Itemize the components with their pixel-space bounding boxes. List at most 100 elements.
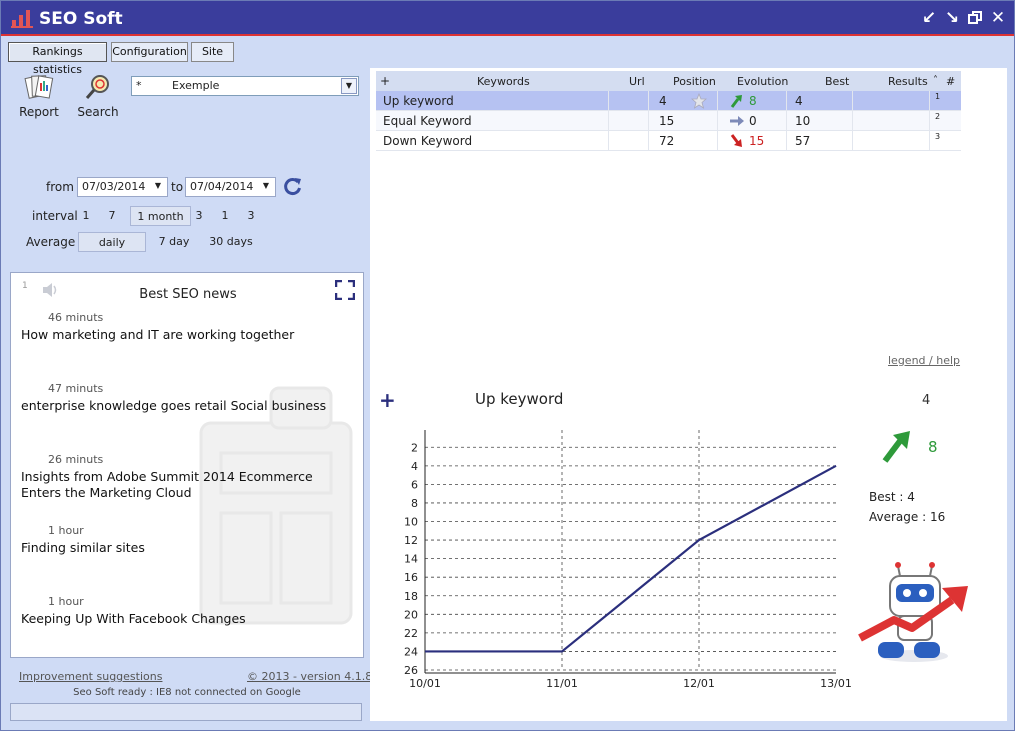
table-row[interactable]: Equal Keyword 15 0 10 2 [376,111,961,131]
row-keyword: Up keyword [383,94,454,108]
news-title: Best SEO news [139,287,237,302]
search-label: Search [77,105,119,119]
maximize-icon[interactable] [965,8,985,28]
restore-down-icon[interactable]: ↘ [942,8,962,28]
detail-best: Best : 4 [869,490,915,504]
version-link[interactable]: © 2013 - version 4.1.82 [247,670,379,683]
average-label: Average [26,235,76,249]
minimize-icon[interactable]: ↙ [919,8,939,28]
detail-average: Average : 16 [869,510,946,524]
from-date-picker[interactable]: 07/03/2014 ▼ [77,177,168,197]
row-position: 4 [659,94,667,108]
column-divider [648,111,649,131]
column-divider [648,131,649,151]
interval-label: interval [32,209,78,223]
row-keyword: Equal Keyword [383,114,472,128]
news-item-title[interactable]: Finding similar sites [21,540,351,556]
site-select[interactable]: * Exemple ▼ [131,76,359,96]
column-divider [929,91,930,111]
chevron-down-icon: ▼ [262,181,270,190]
column-header-keywords[interactable]: Keywords [477,75,530,88]
trend-equal-icon [730,116,744,126]
from-date-value: 07/03/2014 [82,180,146,193]
interval-option[interactable]: 1 [219,206,231,226]
search-icon [85,75,109,99]
news-item-title[interactable]: Insights from Adobe Summit 2014 Ecommerc… [21,469,351,501]
close-icon[interactable]: ✕ [988,8,1008,28]
column-divider [717,131,718,151]
news-item-time: 1 hour [48,524,84,537]
y-tick-label: 6 [411,478,418,491]
column-divider [717,91,718,111]
interval-option-selected[interactable]: 1 month [130,206,191,226]
column-divider [852,91,853,111]
sort-up-icon[interactable]: ˄ [933,75,938,86]
table-row[interactable]: Up keyword 4 8 4 1 [376,91,961,111]
x-tick-label: 11/01 [546,677,578,690]
column-header-evolution[interactable]: Evolution [737,75,788,88]
tab-configuration[interactable]: Configuration [111,42,188,62]
legend-help-link[interactable]: legend / help [888,354,960,367]
average-option[interactable]: 7 day [153,232,195,252]
column-divider [786,131,787,151]
column-divider [608,91,609,111]
news-item-title[interactable]: enterprise knowledge goes retail Social … [21,398,351,414]
average-option-selected[interactable]: daily [78,232,146,252]
interval-option[interactable]: 3 [193,206,205,226]
column-header-num[interactable]: # [946,75,955,88]
row-position: 72 [659,134,675,148]
column-header-best[interactable]: Best [825,75,849,88]
row-best: 4 [795,94,803,108]
improvement-suggestions-link[interactable]: Improvement suggestions [19,670,162,683]
column-divider [608,111,609,131]
detail-position: 4 [922,393,931,408]
news-item-time: 1 hour [48,595,84,608]
y-tick-label: 20 [404,608,418,621]
favorite-star-icon[interactable] [691,93,707,109]
fullscreen-icon[interactable] [335,280,355,300]
interval-option[interactable]: 1 [80,206,92,226]
y-tick-label: 14 [404,553,418,566]
interval-option[interactable]: 7 [106,206,118,226]
grid-add-button[interactable]: + [380,74,390,88]
column-header-url[interactable]: Url [629,75,645,88]
average-option[interactable]: 30 days [207,232,255,252]
y-tick-label: 4 [411,460,418,473]
column-header-results[interactable]: Results [888,75,928,88]
interval-option[interactable]: 3 [245,206,257,226]
to-date-value: 07/04/2014 [190,180,254,193]
grid-header: + Keywords Url Position Evolution Best R… [376,71,961,91]
y-tick-label: 26 [404,664,418,677]
row-number: 1 [935,92,941,101]
news-item-time: 46 minuts [48,311,104,324]
refresh-icon[interactable] [283,176,303,196]
report-label: Report [19,105,59,119]
app-title: SEO Soft [39,9,123,29]
from-label: from [46,180,74,194]
main-panel: + Keywords Url Position Evolution Best R… [370,68,1007,721]
title-bar[interactable]: SEO Soft ↙ ↘ ✕ [1,1,1014,36]
report-button[interactable]: Report [17,73,61,119]
app-logo-icon [11,10,33,28]
trend-up-large-icon [882,431,910,463]
column-divider [648,91,649,111]
detail-add-button[interactable]: + [379,388,396,412]
news-item-title[interactable]: Keeping Up With Facebook Changes [21,611,351,627]
y-tick-label: 16 [404,571,418,584]
chevron-down-icon: ▼ [154,181,162,190]
row-evolution: 0 [749,114,757,128]
chevron-down-icon: ▼ [341,78,357,94]
table-row[interactable]: Down Keyword 72 15 57 3 [376,131,961,151]
row-keyword: Down Keyword [383,134,473,148]
status-bar [10,703,362,721]
news-item-time: 47 minuts [48,382,104,395]
column-divider [852,131,853,151]
column-divider [929,131,930,151]
column-header-position[interactable]: Position [673,75,716,88]
to-date-picker[interactable]: 07/04/2014 ▼ [185,177,276,197]
tab-rankings-statistics[interactable]: Rankings statistics [8,42,107,76]
search-button[interactable]: Search [76,73,120,119]
y-tick-label: 12 [404,534,418,547]
news-item-title[interactable]: How marketing and IT are working togethe… [21,327,351,343]
tab-site[interactable]: Site [191,42,234,62]
